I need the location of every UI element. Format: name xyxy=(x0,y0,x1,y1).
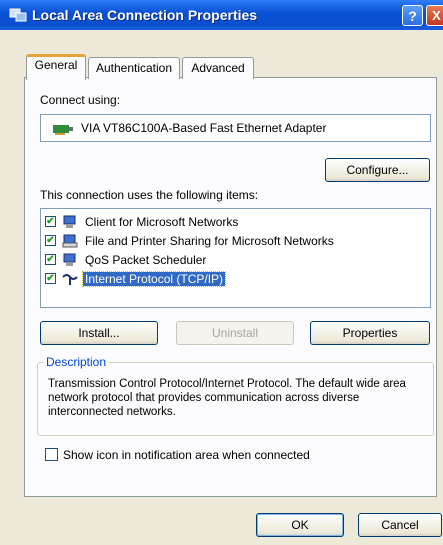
client-label: Client for Microsoft Networks xyxy=(85,215,239,229)
description-legend: Description xyxy=(44,355,109,369)
help-button[interactable]: ? xyxy=(402,5,423,26)
description-group: Description Transmission Control Protoco… xyxy=(37,355,434,436)
tab-advanced[interactable]: Advanced xyxy=(182,57,254,79)
sharing-icon xyxy=(62,234,78,248)
adapter-name: VIA VT86C100A-Based Fast Ethernet Adapte… xyxy=(81,121,327,135)
install-button[interactable]: Install... xyxy=(40,321,158,345)
ok-button[interactable]: OK xyxy=(256,513,344,537)
cancel-button[interactable]: Cancel xyxy=(358,513,442,537)
adapter-field: VIA VT86C100A-Based Fast Ethernet Adapte… xyxy=(40,114,431,142)
client-icon xyxy=(63,215,76,228)
list-item-qos[interactable]: ✔ QoS Packet Scheduler xyxy=(45,251,425,269)
qos-label: QoS Packet Scheduler xyxy=(85,253,207,267)
dialog-window: Local Area Connection Properties ? X Gen… xyxy=(0,0,443,545)
show-icon-label[interactable]: Show icon in notification area when conn… xyxy=(63,448,310,462)
title-bar[interactable]: Local Area Connection Properties ? X xyxy=(0,0,443,30)
connect-using-label: Connect using: xyxy=(40,93,121,107)
tab-general[interactable]: General xyxy=(26,54,86,80)
network-adapter-icon xyxy=(53,125,73,135)
tcpip-label: Internet Protocol (TCP/IP) xyxy=(81,271,227,287)
list-item-file-sharing[interactable]: ✔ File and Printer Sharing for Microsoft… xyxy=(45,232,425,250)
file-sharing-checkbox[interactable]: ✔ xyxy=(45,235,56,246)
close-button[interactable]: X xyxy=(426,5,443,26)
uninstall-button[interactable]: Uninstall xyxy=(176,321,294,345)
qos-checkbox[interactable]: ✔ xyxy=(45,254,56,265)
description-text: Transmission Control Protocol/Internet P… xyxy=(48,378,406,418)
properties-button[interactable]: Properties xyxy=(310,321,430,345)
tcpip-checkbox[interactable]: ✔ xyxy=(45,273,56,284)
protocol-icon xyxy=(62,274,78,285)
list-item-client[interactable]: ✔ Client for Microsoft Networks xyxy=(45,213,425,231)
file-sharing-label: File and Printer Sharing for Microsoft N… xyxy=(85,234,334,248)
client-checkbox[interactable]: ✔ xyxy=(45,216,56,227)
items-label: This connection uses the following items… xyxy=(40,188,259,202)
show-icon-checkbox[interactable] xyxy=(45,448,58,461)
components-list[interactable]: ✔ Client for Microsoft Networks ✔ File a… xyxy=(40,208,431,308)
list-item-tcpip[interactable]: ✔ Internet Protocol (TCP/IP) xyxy=(45,270,425,288)
configure-button[interactable]: Configure... xyxy=(325,158,430,182)
tab-authentication[interactable]: Authentication xyxy=(88,57,180,79)
window-title: Local Area Connection Properties xyxy=(32,7,258,23)
scheduler-icon xyxy=(63,253,76,266)
network-connection-icon xyxy=(9,8,27,22)
